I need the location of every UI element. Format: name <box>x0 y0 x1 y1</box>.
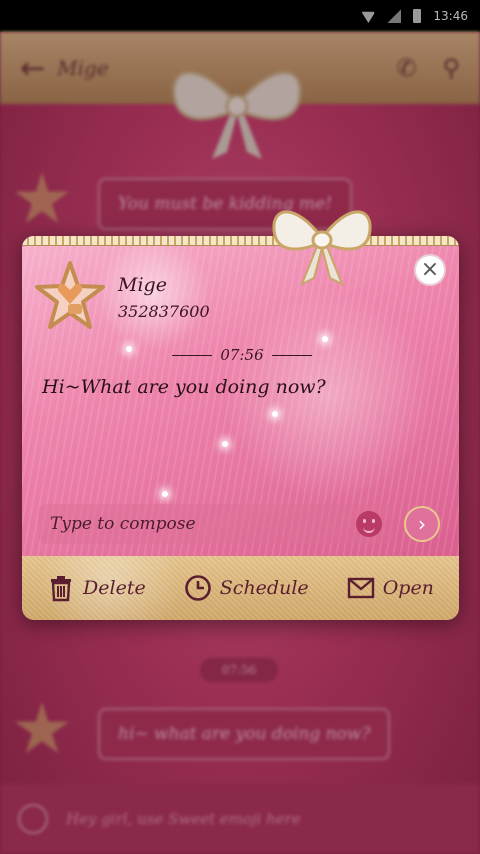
open-button[interactable]: Open <box>347 574 434 602</box>
envelope-icon <box>347 577 374 599</box>
sparkle-icon <box>272 411 278 417</box>
sender-name: Mige <box>118 274 167 296</box>
sparkle-icon <box>162 491 168 497</box>
divider <box>271 354 313 356</box>
clock-icon <box>184 575 211 601</box>
message-text: Hi~What are you doing now? <box>42 376 326 398</box>
sparkle-icon <box>222 441 228 447</box>
status-bar: 13:46 <box>0 0 480 32</box>
close-icon: × <box>420 257 440 282</box>
pearl-border <box>22 236 459 246</box>
delete-button[interactable]: Delete <box>47 574 146 602</box>
message-time: 07:56 <box>220 346 264 364</box>
sparkle-icon <box>126 346 132 352</box>
trash-icon <box>51 576 72 602</box>
divider <box>172 354 213 356</box>
popup-actions: Delete Schedule Open <box>22 556 459 620</box>
send-button[interactable]: › <box>404 506 440 542</box>
delete-label: Delete <box>83 577 146 599</box>
battery-icon <box>413 9 422 23</box>
signal-icon <box>387 9 402 23</box>
message-time-row: 07:56 <box>172 344 313 366</box>
status-time: 13:46 <box>433 9 468 23</box>
open-label: Open <box>382 577 434 599</box>
compose-input[interactable] <box>50 514 356 534</box>
close-button[interactable]: × <box>414 254 446 286</box>
schedule-label: Schedule <box>219 577 309 599</box>
sparkle-icon <box>322 336 328 342</box>
chevron-right-icon: › <box>418 512 426 536</box>
emoji-icon[interactable] <box>356 511 382 537</box>
contact-avatar <box>35 261 105 329</box>
bow-icon <box>272 210 372 287</box>
wifi-icon <box>361 11 376 23</box>
schedule-button[interactable]: Schedule <box>184 574 309 602</box>
sender-number: 352837600 <box>118 302 210 321</box>
compose-box[interactable] <box>38 504 394 544</box>
popup-body: Mige 352837600 × 07:56 Hi~What are you d… <box>22 236 459 556</box>
message-popup: Mige 352837600 × 07:56 Hi~What are you d… <box>22 236 459 620</box>
